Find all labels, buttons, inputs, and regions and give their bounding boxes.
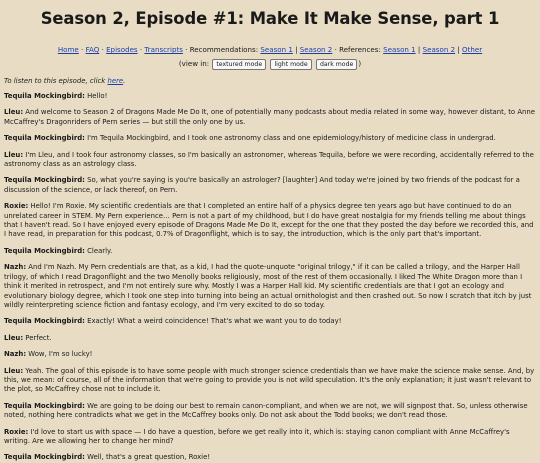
- light-mode-button[interactable]: light mode: [270, 59, 312, 70]
- line-text: I'm Lleu, and I took four astronomy clas…: [4, 150, 534, 169]
- transcript-line: Lleu: And welcome to Season 2 of Dragons…: [4, 108, 536, 127]
- listen-intro-text: To listen to this episode, click: [4, 77, 108, 85]
- transcript-line: Roxie: Hello! I'm Roxie. My scientific c…: [4, 202, 536, 240]
- line-text: And welcome to Season 2 of Dragons Made …: [4, 108, 536, 126]
- listen-intro-suffix: .: [123, 77, 126, 85]
- transcript-line: Lleu: Yeah. The goal of this episode is …: [4, 367, 536, 395]
- speaker-name: Tequila Mockingbird:: [4, 317, 85, 326]
- transcript-line: Lleu: Perfect.: [4, 334, 536, 343]
- line-text: Perfect.: [23, 333, 52, 342]
- speaker-name: Lleu:: [4, 366, 24, 375]
- nav-bar: Home · FAQ · Episodes · Transcripts · Re…: [57, 45, 483, 54]
- textured-mode-button[interactable]: textured mode: [212, 59, 267, 70]
- page-title: Season 2, Episode #1: Make It Make Sense…: [40, 9, 500, 28]
- transcript-line: Tequila Mockingbird: Well, that's a grea…: [4, 453, 536, 462]
- transcript-line: Tequila Mockingbird: Hello!: [4, 92, 536, 101]
- speaker-name: Lleu:: [4, 333, 24, 342]
- line-text: I'd love to start us with space — I do h…: [4, 427, 510, 445]
- rec-season2-link[interactable]: Season 2: [300, 45, 333, 54]
- ref-season1-link[interactable]: Season 1: [383, 45, 416, 54]
- line-text: I'm Tequila Mockingbird, and I took one …: [84, 134, 496, 143]
- recommendations-label: Recommendations:: [189, 45, 259, 54]
- line-text: Clearly.: [84, 246, 113, 255]
- nav-transcripts-link[interactable]: Transcripts: [144, 45, 183, 54]
- line-text: Hello! I'm Roxie. My scientific credenti…: [4, 202, 534, 239]
- view-close-paren: ): [358, 59, 362, 68]
- listen-intro: To listen to this episode, click here.: [4, 77, 536, 85]
- view-mode-bar: (view in: textured mode light mode dark …: [4, 58, 536, 70]
- speaker-name: Tequila Mockingbird:: [4, 246, 85, 255]
- speaker-name: Tequila Mockingbird:: [4, 453, 85, 462]
- transcript-line: Tequila Mockingbird: So, what you're say…: [4, 176, 536, 195]
- transcript-line: Tequila Mockingbird: Exactly! What a wei…: [4, 317, 536, 326]
- speaker-name: Tequila Mockingbird:: [4, 134, 85, 143]
- speaker-name: Nazh:: [4, 350, 27, 359]
- transcript-line: Nazh: And I'm Nazh. My Pern credentials …: [4, 263, 536, 310]
- listen-link[interactable]: here: [107, 77, 123, 85]
- line-text: Yeah. The goal of this episode is to hav…: [4, 366, 535, 394]
- page-container: Season 2, Episode #1: Make It Make Sense…: [0, 0, 540, 463]
- nav-faq-link[interactable]: FAQ: [86, 45, 100, 54]
- speaker-name: Lleu:: [4, 150, 24, 159]
- speaker-name: Lleu:: [4, 108, 24, 117]
- line-text: Hello!: [84, 92, 108, 100]
- view-in-label: (view in:: [178, 59, 210, 68]
- nav-home-link[interactable]: Home: [58, 45, 79, 54]
- speaker-name: Roxie:: [4, 202, 29, 211]
- transcript-line: Nazh: Wow, I'm so lucky!: [4, 350, 536, 359]
- rec-season1-link[interactable]: Season 1: [260, 45, 293, 54]
- speaker-name: Roxie:: [4, 427, 29, 436]
- transcript-line: Roxie: I'd love to start us with space —…: [4, 428, 536, 447]
- ref-other-link[interactable]: Other: [462, 45, 482, 54]
- nav-episodes-link[interactable]: Episodes: [106, 45, 138, 54]
- nav-separator: ·: [78, 45, 86, 54]
- transcript-line: Tequila Mockingbird: Clearly.: [4, 247, 536, 256]
- line-text: And I'm Nazh. My Pern credentials are th…: [4, 263, 532, 309]
- transcript: Tequila Mockingbird: Hello! Lleu: And wel…: [4, 92, 536, 463]
- transcript-line: Tequila Mockingbird: I'm Tequila Mocking…: [4, 134, 536, 143]
- speaker-name: Tequila Mockingbird:: [4, 401, 85, 410]
- line-text: Exactly! What a weird coincidence! That'…: [84, 317, 342, 326]
- speaker-name: Tequila Mockingbird:: [4, 92, 85, 100]
- references-label: References:: [339, 45, 381, 54]
- dark-mode-button[interactable]: dark mode: [315, 59, 358, 70]
- nav-separator: ·: [182, 45, 190, 54]
- speaker-name: Nazh:: [4, 263, 27, 272]
- transcript-line: Lleu: I'm Lleu, and I took four astronom…: [4, 151, 536, 170]
- line-text: Wow, I'm so lucky!: [26, 350, 93, 359]
- speaker-name: Tequila Mockingbird:: [4, 176, 85, 185]
- line-text: Well, that's a great question, Roxie!: [84, 453, 211, 462]
- ref-season2-link[interactable]: Season 2: [423, 45, 456, 54]
